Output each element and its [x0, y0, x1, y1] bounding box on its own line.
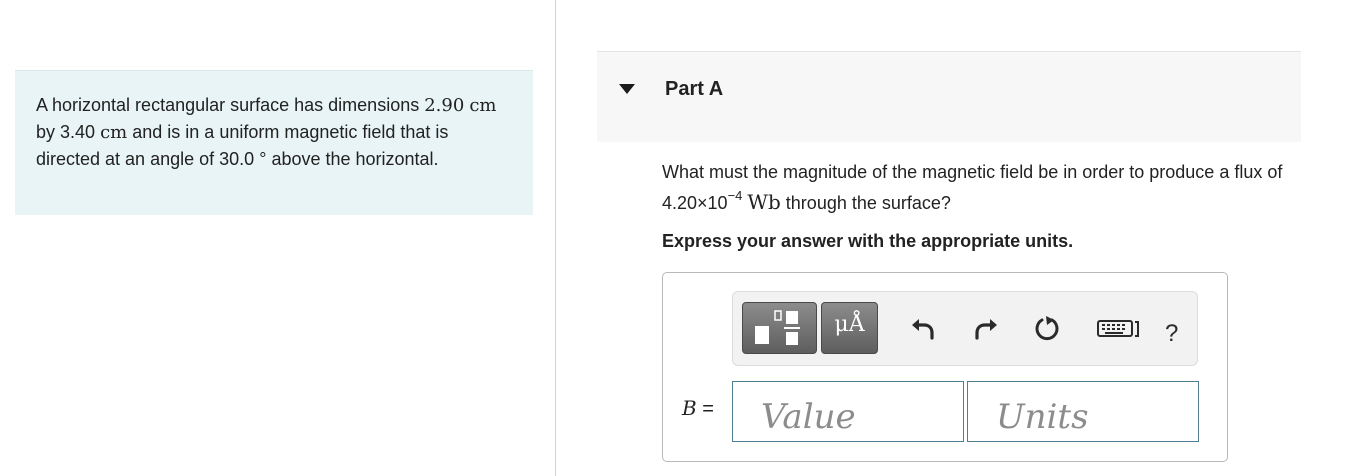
dimension-value: 2.90	[424, 95, 465, 116]
question-text: What must the magnitude of the magnetic …	[662, 157, 1312, 218]
angle-value: 30.0	[219, 149, 255, 169]
flux-mantissa: 4.20×10	[662, 193, 728, 213]
question-sentence: through the surface?	[785, 193, 951, 213]
part-a-header[interactable]: Part A	[597, 51, 1301, 142]
units-icon: μÅ	[834, 312, 865, 337]
dimension-value: 3.40	[60, 122, 96, 142]
templates-icon	[755, 310, 800, 345]
answer-instruction: Express your answer with the appropriate…	[662, 231, 1074, 251]
question-sentence: What must the magnitude of the magnetic …	[662, 162, 1283, 182]
column-divider	[555, 0, 556, 476]
dimension-unit: cm	[469, 95, 497, 116]
flux-exponent: −4	[727, 188, 743, 203]
reset-icon[interactable]	[1033, 314, 1061, 342]
templates-button[interactable]	[742, 302, 817, 354]
math-toolbar: μÅ ?	[732, 291, 1198, 366]
units-button[interactable]: μÅ	[821, 302, 878, 354]
value-input[interactable]	[732, 381, 964, 442]
units-input[interactable]	[967, 381, 1199, 442]
redo-icon[interactable]	[972, 314, 1000, 342]
answer-variable-label: B =	[682, 396, 714, 421]
answer-box: μÅ ? B =	[662, 272, 1228, 462]
problem-text: above the horizontal.	[271, 149, 439, 169]
degree-symbol: °	[259, 149, 267, 169]
equals-sign: =	[702, 398, 714, 420]
flux-unit: Wb	[747, 190, 781, 214]
keyboard-icon[interactable]	[1095, 314, 1141, 342]
problem-text: A horizontal rectangular surface has dim…	[36, 95, 420, 115]
variable-symbol: B	[682, 396, 697, 420]
problem-text: by	[36, 122, 56, 142]
problem-statement: A horizontal rectangular surface has dim…	[15, 70, 533, 215]
collapse-caret-icon[interactable]	[619, 84, 635, 94]
help-icon[interactable]: ?	[1165, 320, 1178, 348]
undo-icon[interactable]	[909, 314, 937, 342]
part-title: Part A	[665, 78, 724, 100]
dimension-unit: cm	[100, 122, 128, 143]
